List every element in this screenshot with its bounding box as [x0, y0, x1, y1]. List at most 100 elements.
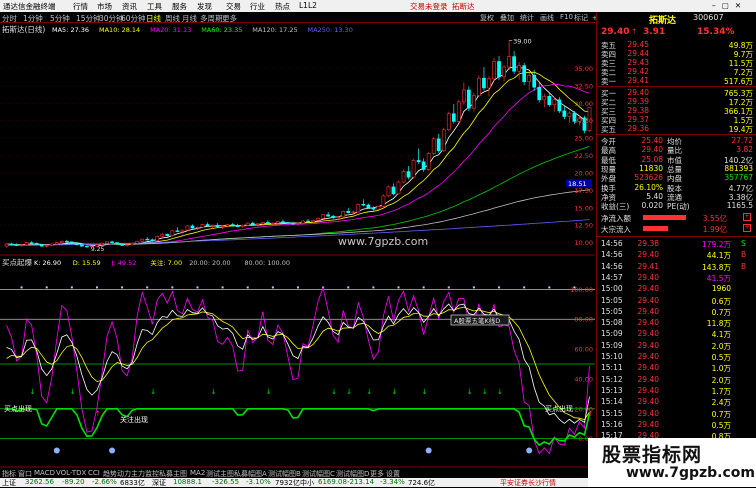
menu-trade[interactable]: 交易 — [226, 1, 241, 12]
candle-body — [316, 217, 320, 221]
candle-body — [145, 238, 150, 241]
window-controls[interactable]: –▢✕ — [712, 1, 747, 10]
stat-label: PE(动) — [667, 202, 690, 212]
tool-f10[interactable]: F10 — [560, 13, 573, 21]
candle — [376, 205, 381, 210]
menu-industry[interactable]: 行业 — [250, 1, 265, 12]
tab-vol[interactable]: VOL-TDX — [56, 469, 86, 477]
tab-macd[interactable]: MACD — [34, 469, 55, 477]
tick-volume: 0.5万 — [711, 420, 731, 430]
main-y-tick: 22.50 — [574, 152, 593, 160]
tick-row: 15:08 29.40 11.8万 — [599, 318, 755, 329]
tab-cci[interactable]: CCI — [88, 469, 100, 477]
tool-draw[interactable]: 画线 — [540, 13, 554, 23]
expand-icon[interactable]: + — [743, 213, 751, 221]
book-divider — [597, 86, 756, 87]
menu-tools[interactable]: 工具 — [147, 1, 162, 12]
status-zx-chg: -213.14 — [347, 478, 375, 486]
menu-news[interactable]: 资讯 — [122, 1, 137, 12]
candle-body — [301, 220, 305, 224]
indicator-dot — [196, 286, 199, 289]
tick-volume: 2.0万 — [711, 375, 731, 385]
stat-value: 881393 — [724, 163, 753, 173]
stat-value: 357767 — [724, 173, 753, 183]
candle — [39, 244, 44, 247]
candle-body — [502, 66, 506, 78]
candle-body — [431, 138, 436, 154]
ask-row: 卖一 29.41 517.6万 — [599, 76, 755, 86]
tick-direction: S — [741, 239, 746, 248]
main-y-tick: 32.50 — [574, 82, 593, 90]
candle-body — [401, 171, 406, 183]
sell-arrow-icon: ↓ — [482, 388, 488, 396]
candle — [54, 241, 59, 245]
tick-volume: 0.6万 — [711, 296, 731, 306]
tick-time: 15:09 — [601, 340, 623, 350]
candle-body — [75, 243, 79, 246]
menu-service[interactable]: 服务 — [172, 1, 187, 12]
candle-body — [115, 242, 119, 245]
bid-row: 买三 29.38 366.1万 — [599, 106, 755, 116]
stock-link[interactable]: 拓断达 — [452, 1, 475, 12]
tool-mark[interactable]: 标记 — [574, 13, 588, 23]
tick-row: 14:57 29.40 41.5万 — [599, 273, 755, 283]
tick-row: 15:00 29.40 1960 — [599, 284, 755, 293]
stat-row: 收益(三) 0.020 PE(动) 1165.5 — [599, 201, 755, 212]
candle-body — [346, 210, 351, 213]
candle — [316, 217, 320, 222]
stat-row: 最低 25.08 市值 140.2亿 — [599, 154, 755, 165]
sell-arrow-icon: ↓ — [211, 388, 217, 396]
candle-body — [492, 61, 496, 80]
flow-value: 1.99亿 — [702, 225, 727, 234]
ask-price: 29.42 — [627, 67, 649, 76]
candle-body — [245, 222, 250, 226]
bottom-circle-marker — [53, 447, 60, 454]
stat-row: 今开 25.40 均价 27.72 — [599, 136, 755, 146]
bottom-circle-marker — [526, 447, 533, 454]
tick-time: 14:56 — [601, 239, 623, 248]
tick-row: 15:13 29.40 1.7万 — [599, 386, 755, 396]
sell-arrow-icon: ↓ — [70, 388, 76, 396]
ask-price: 29.43 — [627, 58, 649, 67]
candle-body — [497, 61, 501, 78]
main-y-tick: 20.00 — [574, 169, 593, 177]
status-sh-val: 3262.56 — [25, 478, 54, 486]
candle — [49, 243, 54, 247]
low-price-label: 9.25 — [91, 246, 105, 253]
menu-l1l2[interactable]: L1L2 — [299, 1, 317, 10]
candle — [321, 214, 325, 219]
tick-volume: 11.8万 — [706, 319, 731, 329]
menu-discover[interactable]: 发现 — [197, 1, 212, 12]
stat-value: 25.08 — [641, 154, 663, 164]
indicator-dot — [221, 286, 224, 289]
tab-ma2[interactable]: MA2 — [190, 469, 205, 477]
tool-overlay[interactable]: 叠加 — [500, 13, 514, 23]
flow-bar — [643, 215, 687, 220]
flow-label: 大宗流入 — [601, 225, 631, 234]
candle — [396, 180, 401, 195]
flow-bar — [643, 226, 669, 231]
tool-stats[interactable]: 统计 — [520, 13, 534, 23]
menu-market[interactable]: 市场 — [97, 1, 112, 12]
candle-body — [507, 56, 511, 68]
menu-quotes[interactable]: 行情 — [73, 1, 88, 12]
sell-arrow-icon: ↓ — [30, 388, 36, 396]
indicator-dot — [498, 286, 501, 289]
tool-adjust[interactable]: 复权 — [480, 13, 494, 23]
menu-hot[interactable]: 热点 — [275, 1, 290, 12]
indicator-name: 买点起爆 — [2, 257, 32, 267]
login-status[interactable]: 交易未登录 — [410, 1, 448, 12]
indicator-dot — [447, 286, 450, 289]
candle-body — [356, 204, 361, 213]
kline-chart-area[interactable]: 35.00 32.50 30.00 27.50 25.00 22.50 20.00 17.50… — [0, 23, 595, 478]
candle-body — [567, 112, 572, 117]
expand-icon[interactable]: + — [743, 224, 751, 232]
tick-row: 15:16 29.40 0.5万 — [599, 420, 755, 430]
tick-volume: 143.8万 — [702, 262, 731, 272]
candle-body — [215, 224, 220, 227]
tick-divider — [597, 236, 756, 237]
tick-row: 14:56 29.41 143.8万 B — [599, 262, 755, 272]
candle — [492, 57, 496, 81]
tick-row: 15:15 29.40 0.7万 — [599, 409, 755, 419]
sell-arrow-icon: ↓ — [150, 388, 156, 396]
